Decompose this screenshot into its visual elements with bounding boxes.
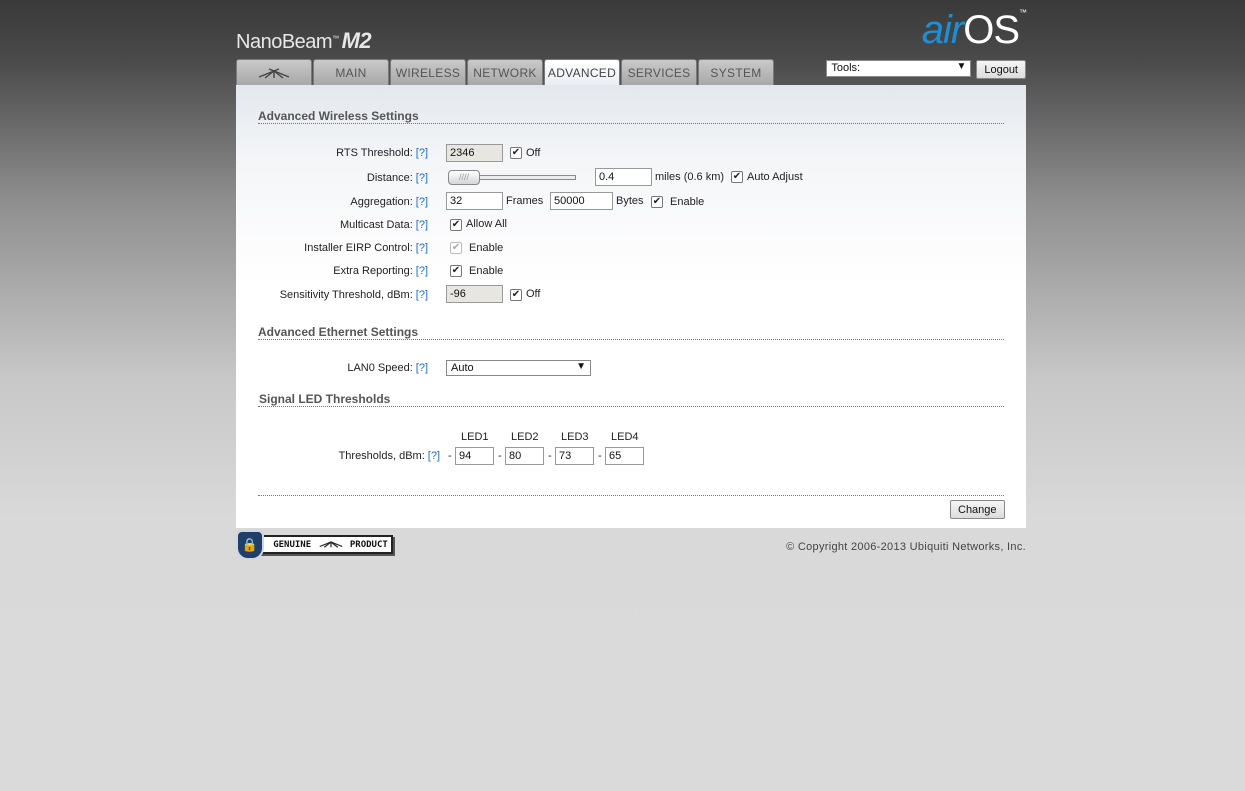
- led-help-link[interactable]: [?]: [428, 450, 440, 462]
- aggregation-bytes-input[interactable]: 50000: [550, 192, 613, 210]
- led4-threshold-input[interactable]: 65: [605, 447, 644, 465]
- led1-header: LED1: [461, 431, 489, 443]
- lan0-speed-value: Auto: [451, 362, 474, 374]
- main-tabs: MAIN WIRELESS NETWORK ADVANCED SERVICES …: [236, 59, 774, 86]
- lan0-help-link[interactable]: [?]: [416, 362, 428, 374]
- auto-adjust-checkbox[interactable]: ✔: [731, 171, 743, 183]
- genuine-product-label: GENUINE PRODUCT: [258, 535, 393, 554]
- chevron-down-icon: ▼: [576, 361, 586, 372]
- ubiquiti-logo-icon: [258, 67, 290, 79]
- rts-off-checkbox[interactable]: ✔: [510, 147, 522, 159]
- led3-header: LED3: [561, 431, 589, 443]
- tools-select[interactable]: Tools: ▼: [826, 60, 972, 77]
- led1-dash: -: [448, 450, 452, 462]
- tools-area: Tools: ▼ Logout: [826, 60, 1026, 79]
- genuine-product-badge: GENUINE PRODUCT 🔒: [236, 530, 394, 560]
- distance-unit: miles (0.6 km): [655, 171, 725, 183]
- extra-reporting-enable-label: Enable: [469, 265, 504, 277]
- divider: [258, 406, 1004, 407]
- tab-main[interactable]: MAIN: [313, 59, 389, 85]
- extra-reporting-help-link[interactable]: [?]: [416, 265, 428, 277]
- tab-advanced[interactable]: ADVANCED: [544, 59, 620, 86]
- auto-adjust-label: Auto Adjust: [747, 171, 803, 183]
- divider: [258, 495, 1004, 496]
- sensitivity-off-label: Off: [526, 288, 541, 300]
- multicast-allow-all-checkbox[interactable]: ✔: [450, 219, 462, 231]
- tab-network[interactable]: NETWORK: [467, 59, 543, 85]
- led4-dash: -: [598, 450, 602, 462]
- divider: [258, 123, 1004, 124]
- rts-label: RTS Threshold: [?]: [336, 147, 428, 159]
- extra-reporting-checkbox[interactable]: ✔: [450, 265, 462, 277]
- aggregation-label: Aggregation: [?]: [350, 196, 428, 208]
- eirp-enable-label: Enable: [469, 242, 504, 254]
- sensitivity-help-link[interactable]: [?]: [416, 289, 428, 301]
- aggregation-help-link[interactable]: [?]: [416, 196, 428, 208]
- sensitivity-threshold-input[interactable]: -96: [446, 285, 503, 303]
- tab-wireless[interactable]: WIRELESS: [390, 59, 466, 85]
- aggregation-enable-checkbox[interactable]: ✔: [651, 196, 663, 208]
- logout-button[interactable]: Logout: [976, 60, 1026, 79]
- advanced-wireless-title: Advanced Wireless Settings: [258, 109, 419, 123]
- tools-select-value: Tools:: [831, 62, 861, 74]
- led1-threshold-input[interactable]: 94: [455, 447, 494, 465]
- led2-threshold-input[interactable]: 80: [505, 447, 544, 465]
- airos-logo: airOS™: [921, 8, 1027, 52]
- lan0-speed-select[interactable]: Auto ▼: [446, 360, 591, 376]
- bytes-label: Bytes: [616, 195, 644, 207]
- copyright-text: © Copyright 2006-2013 Ubiquiti Networks,…: [786, 541, 1026, 553]
- led3-threshold-input[interactable]: 73: [555, 447, 594, 465]
- advanced-ethernet-title: Advanced Ethernet Settings: [258, 325, 419, 339]
- led-thresholds-title: Signal LED Thresholds: [259, 392, 391, 406]
- lan0-speed-label: LAN0 Speed: [?]: [347, 362, 428, 374]
- product-name: NanoBeam™ M2: [236, 28, 372, 53]
- led4-header: LED4: [611, 431, 639, 443]
- rts-off-label: Off: [526, 147, 541, 159]
- lock-icon: 🔒: [236, 530, 264, 560]
- led2-header: LED2: [511, 431, 539, 443]
- extra-reporting-label: Extra Reporting: [?]: [333, 265, 428, 277]
- tab-ubiquiti-home[interactable]: [236, 59, 312, 85]
- tab-services[interactable]: SERVICES: [621, 59, 697, 85]
- aggregation-frames-input[interactable]: 32: [446, 192, 503, 210]
- led-thresholds-label: Thresholds, dBm: [?]: [338, 450, 440, 462]
- ubiquiti-logo-icon: [318, 539, 344, 551]
- multicast-help-link[interactable]: [?]: [416, 219, 428, 231]
- multicast-label: Multicast Data: [?]: [340, 219, 428, 231]
- distance-label: Distance: [?]: [366, 172, 428, 184]
- chevron-down-icon: ▼: [956, 61, 967, 72]
- rts-threshold-input[interactable]: 2346: [446, 144, 503, 162]
- sensitivity-off-checkbox[interactable]: ✔: [510, 289, 522, 301]
- settings-panel: Advanced Wireless Settings RTS Threshold…: [236, 85, 1026, 528]
- divider: [258, 339, 1004, 340]
- eirp-enable-checkbox[interactable]: ✔: [450, 242, 462, 254]
- change-button[interactable]: Change: [950, 500, 1005, 519]
- led2-dash: -: [498, 450, 502, 462]
- aggregation-enable-label: Enable: [670, 196, 705, 208]
- eirp-label: Installer EIRP Control: [?]: [304, 242, 428, 254]
- led3-dash: -: [548, 450, 552, 462]
- distance-help-link[interactable]: [?]: [416, 172, 428, 184]
- tab-system[interactable]: SYSTEM: [698, 59, 774, 85]
- sensitivity-label: Sensitivity Threshold, dBm: [?]: [279, 289, 428, 301]
- multicast-allow-all-label: Allow All: [466, 218, 507, 230]
- frames-label: Frames: [506, 195, 544, 207]
- eirp-help-link[interactable]: [?]: [416, 242, 428, 254]
- rts-help-link[interactable]: [?]: [416, 147, 428, 159]
- distance-slider-thumb[interactable]: ////: [448, 170, 480, 185]
- distance-input[interactable]: 0.4: [595, 168, 652, 186]
